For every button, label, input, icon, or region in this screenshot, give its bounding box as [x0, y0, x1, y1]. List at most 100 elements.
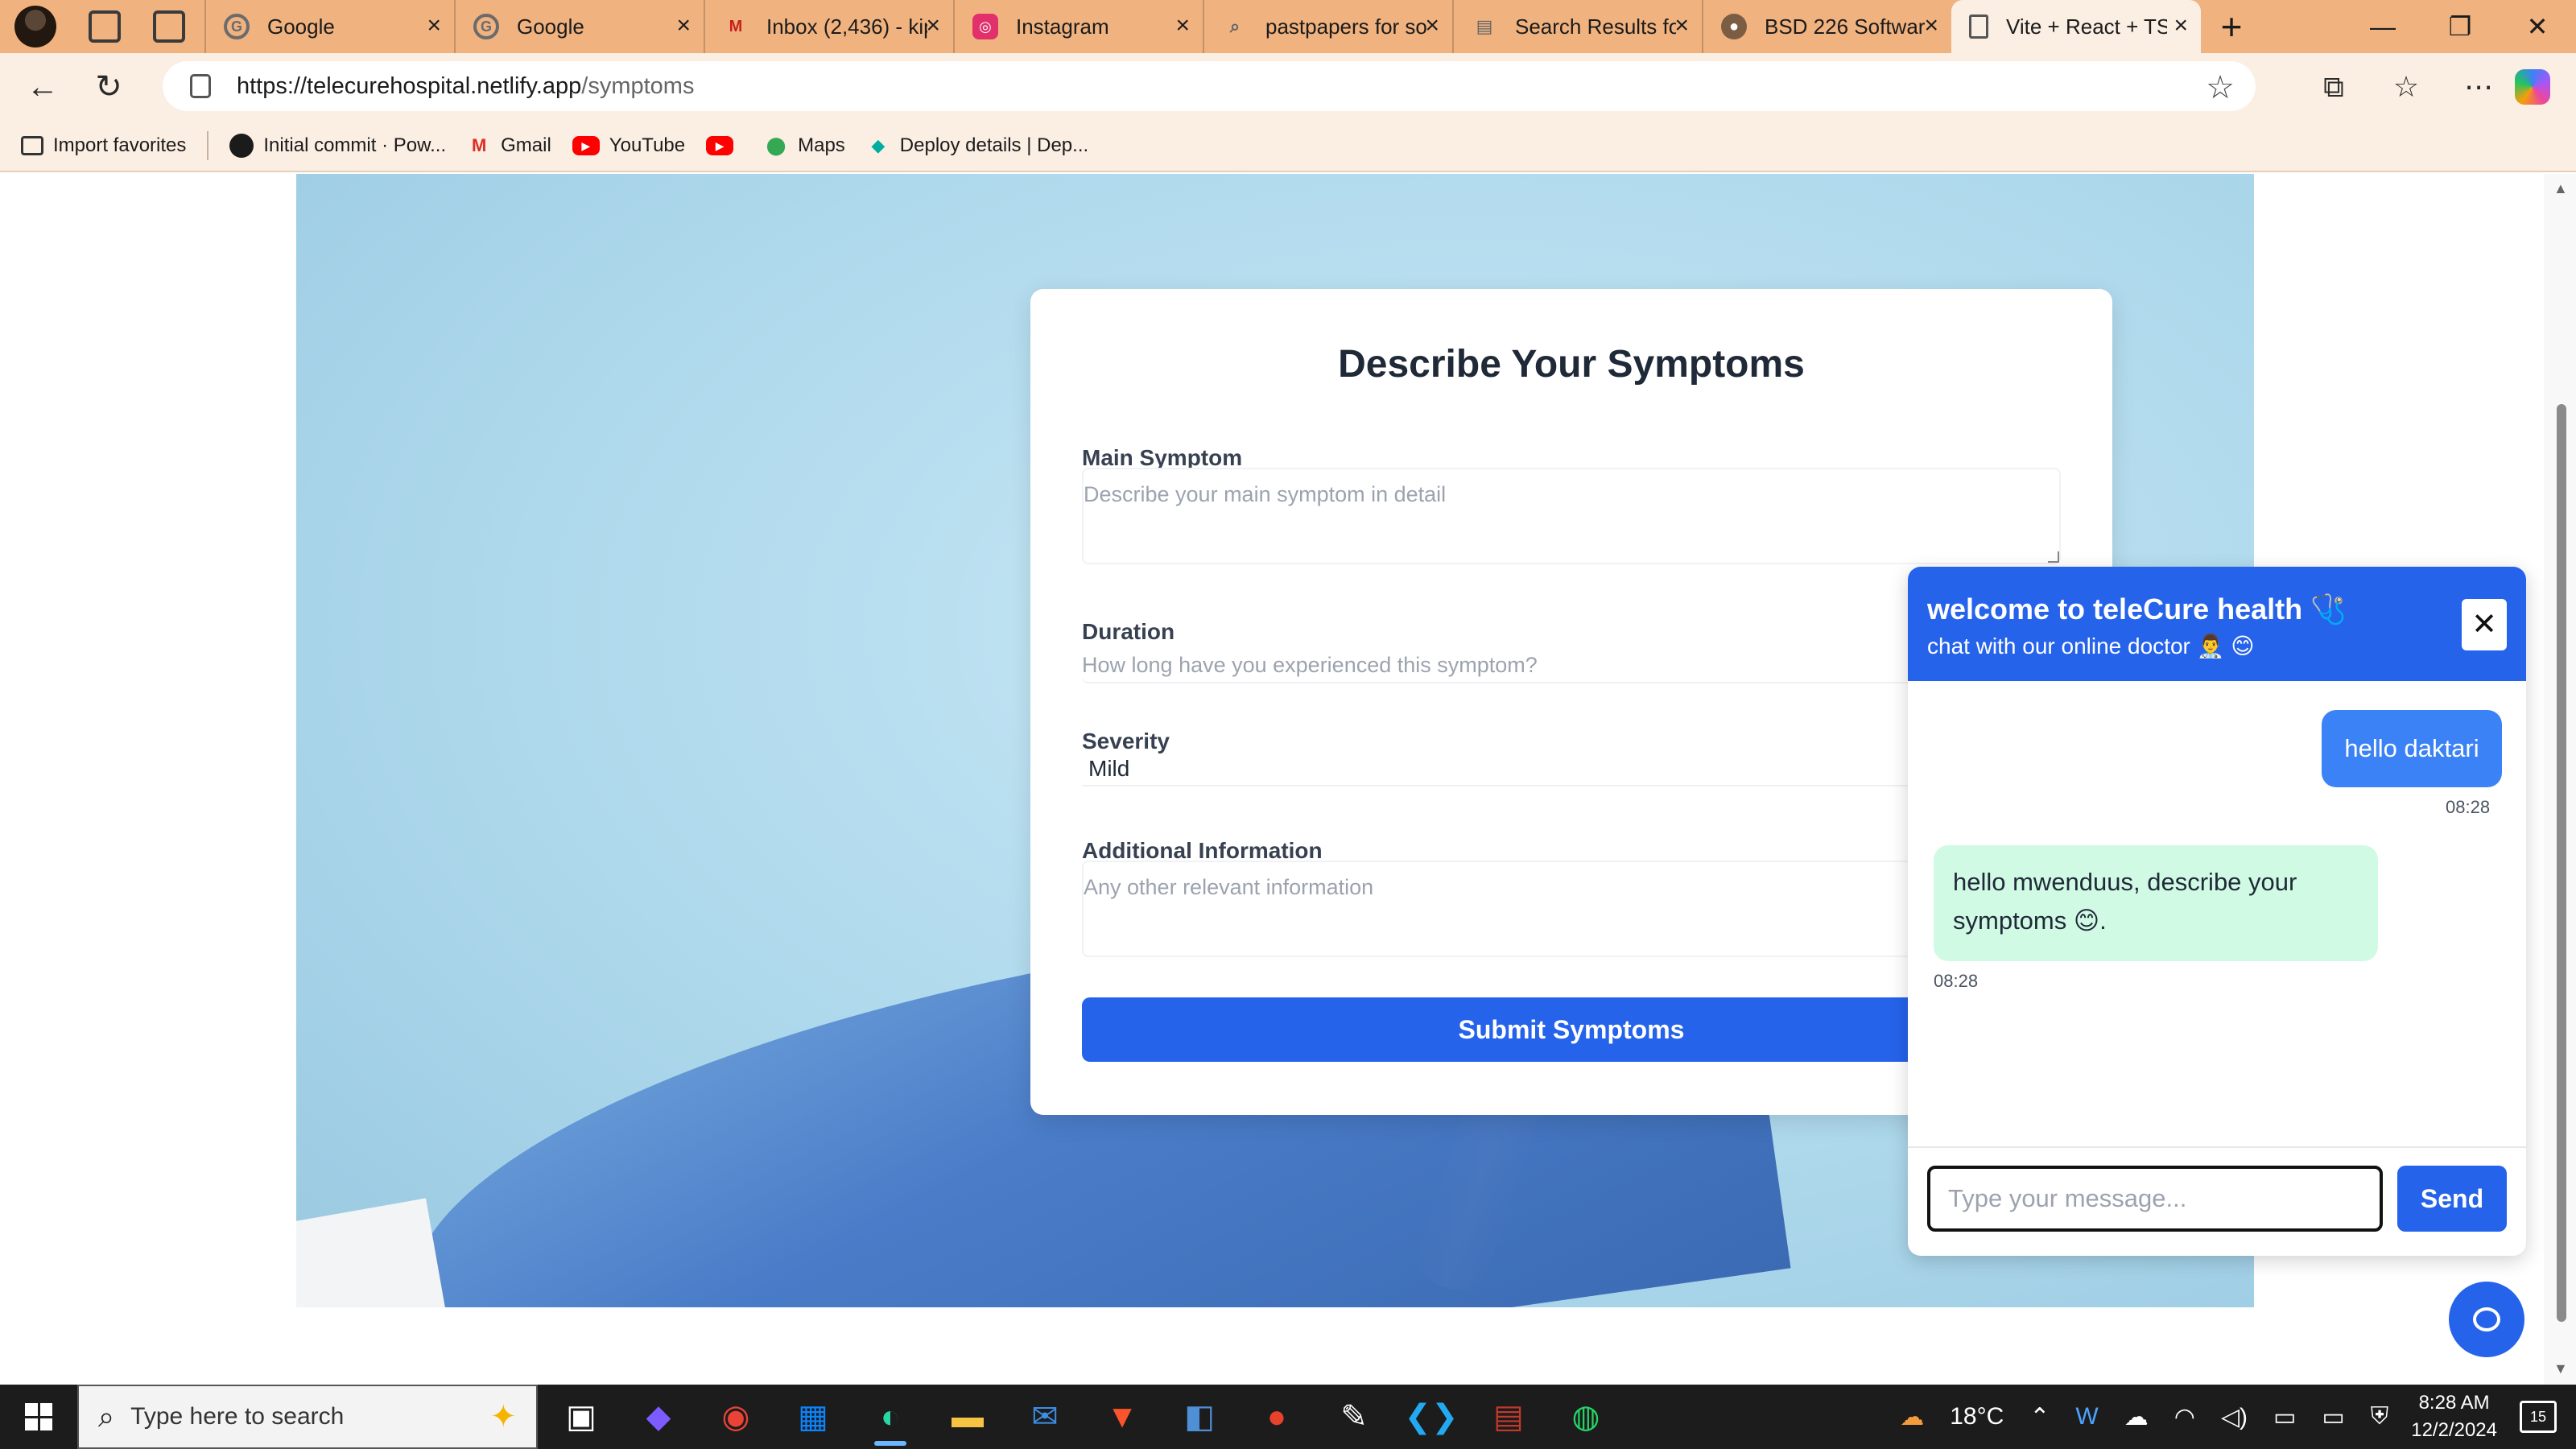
- duration-label: Duration: [1082, 619, 1175, 644]
- security-shield-icon[interactable]: ⛨: [2371, 1403, 2389, 1430]
- bookmark-gmail[interactable]: M Gmail: [467, 134, 551, 158]
- start-button[interactable]: [0, 1385, 77, 1449]
- sparkle-icon: ✦: [489, 1399, 517, 1435]
- volume-icon[interactable]: ◁): [2221, 1403, 2248, 1431]
- bookmark-maps[interactable]: ⬤ Maps: [764, 134, 845, 158]
- main-symptom-textarea[interactable]: Describe your main symptom in detail: [1082, 468, 2061, 564]
- close-tab-icon[interactable]: ×: [1175, 13, 1190, 39]
- close-tab-icon[interactable]: ×: [1924, 13, 1938, 39]
- copilot-app-icon[interactable]: ◆: [620, 1385, 697, 1449]
- tab-gmail-inbox[interactable]: M Inbox (2,436) - kip ×: [704, 0, 953, 53]
- bookmark-import-favorites[interactable]: Import favorites: [21, 134, 186, 157]
- chat-toggle-button[interactable]: [2449, 1282, 2524, 1357]
- back-button[interactable]: ←: [19, 64, 66, 110]
- tab-pastpapers[interactable]: ⌕ pastpapers for sof ×: [1203, 0, 1452, 53]
- bookmark-label: Initial commit · Pow...: [263, 134, 447, 156]
- resize-handle-icon[interactable]: [2048, 551, 2059, 563]
- taskbar-clock[interactable]: 8:28 AM 12/2/2024: [2411, 1389, 2497, 1444]
- search-icon: ⌕: [98, 1399, 115, 1433]
- close-tab-icon[interactable]: ×: [1425, 13, 1439, 39]
- chat-title: welcome to teleCure health 🩺: [1927, 592, 2347, 625]
- mail-icon[interactable]: ✉: [1006, 1385, 1084, 1449]
- bookmark-youtube[interactable]: ▶ YouTube: [572, 134, 685, 157]
- onedrive-icon[interactable]: ☁: [2124, 1403, 2149, 1431]
- chat-subtitle: chat with our online doctor 👨‍⚕️ 😊: [1927, 634, 2255, 658]
- page-scrollbar[interactable]: ▲ ▼: [2544, 174, 2576, 1385]
- close-tab-icon[interactable]: ×: [2174, 13, 2188, 39]
- vscode-icon[interactable]: ❮❯: [1393, 1385, 1470, 1449]
- chat-message-input[interactable]: Type your message...: [1927, 1166, 2383, 1232]
- task-view-icon[interactable]: ▣: [543, 1385, 620, 1449]
- maximize-button[interactable]: ❐: [2421, 0, 2499, 53]
- tab-label: Search Results for: [1515, 14, 1676, 39]
- taskbar-search-box[interactable]: ⌕ Type here to search ✦: [77, 1385, 538, 1449]
- microsoft-store-icon[interactable]: ▦: [774, 1385, 852, 1449]
- scroll-up-arrow-icon[interactable]: ▲: [2553, 180, 2568, 197]
- lab-coat-sleeve-decoration: [296, 1198, 454, 1307]
- profile-avatar[interactable]: [14, 6, 56, 47]
- edge-icon[interactable]: ◐: [852, 1385, 929, 1449]
- winrar-icon[interactable]: ▤: [1470, 1385, 1547, 1449]
- more-menu-icon[interactable]: ⋯: [2442, 70, 2515, 104]
- taskbar-apps: ▣ ◆ ◉ ▦ ◐ ▬ ✉ ▼ ◧ ● ✎ ❮❯ ▤ ◍: [543, 1385, 1624, 1449]
- favorite-star-icon[interactable]: ☆: [2206, 69, 2235, 106]
- search-icon: ⌕: [1229, 16, 1241, 36]
- wifi-icon[interactable]: ◠: [2174, 1403, 2195, 1431]
- close-window-button[interactable]: ✕: [2499, 0, 2576, 53]
- word-tray-icon[interactable]: W: [2075, 1403, 2098, 1430]
- chevron-up-icon[interactable]: ⌃: [2029, 1403, 2050, 1431]
- url-path: /symptoms: [581, 72, 695, 99]
- close-tab-icon[interactable]: ×: [676, 13, 691, 39]
- youtube-icon: ▶: [706, 136, 734, 155]
- workspaces-icon[interactable]: [89, 10, 121, 43]
- wps-office-icon[interactable]: ●: [1238, 1385, 1315, 1449]
- close-tab-icon[interactable]: ×: [427, 13, 441, 39]
- windows-logo-icon: [25, 1403, 52, 1430]
- close-tab-icon[interactable]: ×: [926, 13, 940, 39]
- send-button[interactable]: Send: [2397, 1166, 2507, 1232]
- brave-icon[interactable]: ▼: [1084, 1385, 1161, 1449]
- reload-button[interactable]: ↻: [85, 64, 132, 110]
- tab-instagram[interactable]: ◎ Instagram ×: [953, 0, 1203, 53]
- pen-app-icon[interactable]: ✎: [1315, 1385, 1393, 1449]
- tab-search-results[interactable]: ▤ Search Results for ×: [1452, 0, 1702, 53]
- tab-vite-react[interactable]: Vite + React + TS ×: [1951, 0, 2201, 53]
- google-icon: G: [224, 14, 250, 39]
- weather-temperature[interactable]: 18°C: [1950, 1403, 2004, 1430]
- file-explorer-icon[interactable]: ▬: [929, 1385, 1006, 1449]
- bookmark-github-commit[interactable]: Initial commit · Pow...: [229, 134, 446, 158]
- weather-icon[interactable]: ☁: [1900, 1403, 1924, 1431]
- address-bar[interactable]: https://telecurehospital.netlify.app/sym…: [163, 61, 2256, 111]
- tab-actions-icon[interactable]: [153, 10, 185, 43]
- python-icon[interactable]: ◧: [1161, 1385, 1238, 1449]
- clock-date: 12/2/2024: [2411, 1419, 2497, 1441]
- extensions-icon[interactable]: ⧉: [2297, 70, 2370, 105]
- close-tab-icon[interactable]: ×: [1674, 13, 1689, 39]
- url-host: https://telecurehospital.netlify.app: [237, 72, 582, 99]
- tab-bsd-226[interactable]: ● BSD 226 Software ×: [1702, 0, 1951, 53]
- chrome-icon[interactable]: ◉: [697, 1385, 774, 1449]
- bookmark-label: Maps: [798, 134, 845, 156]
- favorites-icon[interactable]: ☆: [2370, 70, 2442, 104]
- battery-icon[interactable]: ▭: [2322, 1403, 2344, 1431]
- tab-google-1[interactable]: G Google ×: [204, 0, 454, 53]
- browser-tab-bar: G Google × G Google × M Inbox (2,436) - …: [0, 0, 2576, 53]
- new-tab-button[interactable]: +: [2207, 5, 2256, 48]
- bookmark-youtube-2[interactable]: ▶: [706, 136, 743, 155]
- tab-label: Vite + React + TS: [2006, 14, 2167, 39]
- bookmark-deploy-details[interactable]: ◆ Deploy details | Dep...: [866, 134, 1088, 158]
- chat-close-button[interactable]: ✕: [2462, 599, 2507, 650]
- netlify-icon: ◆: [871, 135, 886, 155]
- scrollbar-thumb[interactable]: [2557, 404, 2566, 1322]
- gmail-icon: M: [729, 17, 743, 35]
- taskbar-search-placeholder: Type here to search: [130, 1403, 345, 1430]
- lock-icon[interactable]: [190, 74, 211, 98]
- tab-google-2[interactable]: G Google ×: [454, 0, 704, 53]
- minimize-button[interactable]: —: [2344, 0, 2421, 53]
- scroll-down-arrow-icon[interactable]: ▼: [2553, 1360, 2568, 1377]
- copilot-icon[interactable]: [2515, 69, 2550, 105]
- notification-center-button[interactable]: 15: [2520, 1401, 2557, 1433]
- whatsapp-icon[interactable]: ◍: [1547, 1385, 1624, 1449]
- meet-now-icon[interactable]: ▭: [2273, 1403, 2296, 1431]
- tab-label: Google: [267, 14, 335, 39]
